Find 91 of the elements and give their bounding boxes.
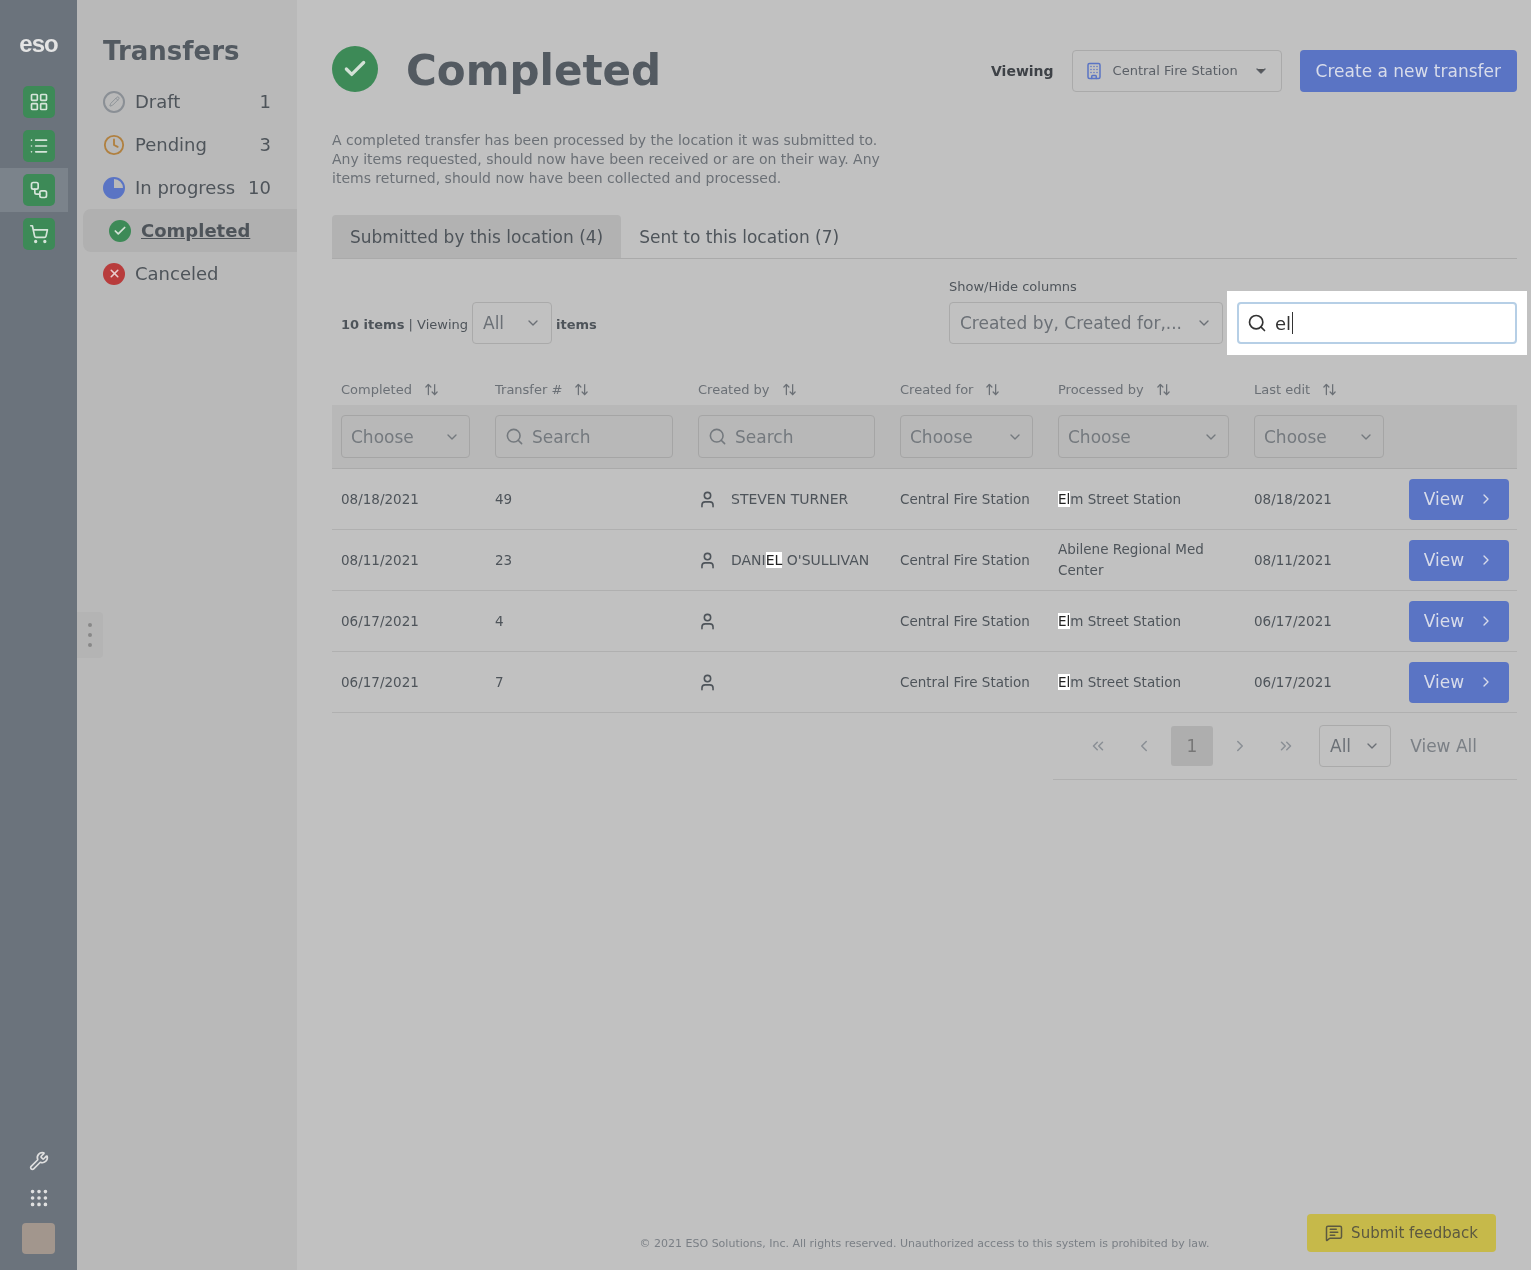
sort-icon — [985, 382, 1001, 397]
sort-icon — [1155, 382, 1171, 397]
column-header[interactable]: Last edit — [1245, 374, 1400, 405]
feedback-button[interactable]: Submit feedback — [1307, 1214, 1496, 1252]
blocks-icon — [28, 92, 49, 112]
sidebar-item[interactable]: Completed — [83, 209, 297, 252]
sort-icon — [1322, 382, 1338, 397]
create-transfer-button[interactable]: Create a new transfer — [1299, 49, 1517, 92]
table-cell: 06/17/2021 — [332, 652, 486, 713]
table-cell: Elm Street Station — [1049, 469, 1245, 530]
tab[interactable]: Sent to this location (7) — [621, 215, 858, 258]
search-icon — [505, 427, 524, 446]
columns-select[interactable]: Created by, Created for,... — [949, 302, 1223, 344]
table-cell: Central Fire Station — [891, 530, 1049, 591]
wrench-icon[interactable] — [28, 1151, 49, 1171]
sort-icon — [423, 382, 439, 397]
filter-select[interactable]: Choose — [341, 415, 470, 458]
table-cell: 7 — [486, 652, 689, 713]
columns-label: Show/Hide columns — [949, 279, 1078, 294]
person-icon — [698, 489, 717, 509]
sidebar-item[interactable]: Canceled — [83, 252, 297, 295]
search-field[interactable]: Search — [495, 415, 673, 458]
column-header[interactable]: Processed by — [1049, 374, 1245, 405]
table-cell: 08/11/2021 — [1245, 530, 1400, 591]
building-icon — [1084, 61, 1103, 80]
check-icon — [109, 219, 131, 242]
page-title: Completed — [406, 46, 662, 95]
filter-select[interactable]: Choose — [1254, 415, 1384, 458]
table-cell: 08/18/2021 — [332, 469, 486, 530]
sort-icon — [574, 382, 590, 397]
pencil-icon — [103, 90, 125, 113]
list-icon — [28, 136, 49, 156]
person-icon — [698, 672, 717, 692]
cart-icon — [28, 224, 49, 244]
per-page-select[interactable]: All — [472, 302, 552, 344]
copyright-text: © 2021 ESO Solutions, Inc. All rights reserved. Unauthorized access to this system is prohibited by law. — [638, 1237, 1211, 1252]
column-header[interactable]: Transfer # — [486, 374, 689, 405]
items-label: items — [556, 317, 597, 332]
clock-icon — [103, 133, 125, 156]
column-header[interactable]: Created by — [689, 374, 891, 405]
progress-icon — [103, 176, 125, 199]
view-button[interactable]: View — [1409, 661, 1509, 703]
sort-icon — [781, 382, 797, 397]
person-icon — [698, 611, 717, 631]
table-cell: 06/17/2021 — [1245, 652, 1400, 713]
chat-icon — [1325, 1224, 1344, 1242]
table-cell: 4 — [486, 591, 689, 652]
table-cell: 49 — [486, 469, 689, 530]
rail-item[interactable] — [0, 168, 68, 212]
transfer-icon — [28, 180, 49, 200]
filter-select[interactable]: Choose — [900, 415, 1033, 458]
filter-select[interactable]: Choose — [1058, 415, 1229, 458]
table-cell: Elm Street Station — [1049, 591, 1245, 652]
cross-icon — [103, 262, 125, 285]
table-cell-text: STEVEN TURNER — [731, 489, 849, 509]
kebab-icon — [88, 622, 92, 648]
view-all-button[interactable]: View All — [1404, 735, 1483, 757]
sidebar-item[interactable]: Pending 3 — [83, 123, 297, 166]
tab[interactable]: Submitted by this location (4) — [332, 215, 622, 258]
view-button[interactable]: View — [1409, 539, 1509, 581]
search-field[interactable]: el — [1237, 302, 1517, 344]
search-icon — [708, 427, 727, 446]
resize-handle[interactable] — [77, 612, 103, 658]
search-field[interactable]: Search — [698, 415, 875, 458]
table-cell: 08/11/2021 — [332, 530, 486, 591]
check-icon — [332, 46, 378, 92]
table-cell: 23 — [486, 530, 689, 591]
table-cell: 06/17/2021 — [1245, 591, 1400, 652]
view-button[interactable]: View — [1409, 600, 1509, 642]
table-cell: 06/17/2021 — [332, 591, 486, 652]
search-icon — [1247, 313, 1267, 333]
sidebar-item[interactable]: Draft 1 — [83, 80, 297, 123]
logo: eso — [19, 30, 58, 58]
column-header[interactable]: Completed — [332, 374, 486, 405]
table-cell: 08/18/2021 — [1245, 469, 1400, 530]
sidebar-title: Transfers — [103, 36, 241, 66]
table-cell: Abilene Regional Med Center — [1049, 530, 1245, 591]
viewing-label: Viewing — [991, 62, 1054, 79]
table-cell: Elm Street Station — [1049, 652, 1245, 713]
view-button[interactable]: View — [1409, 478, 1509, 520]
items-count: 10 items | Viewing — [341, 317, 468, 332]
table-cell-text: DANIEL O'SULLIVAN — [731, 550, 870, 570]
column-header[interactable]: Created for — [891, 374, 1049, 405]
sidebar-item[interactable]: In progress 10 — [83, 166, 297, 209]
description: A completed transfer has been processed by the location it was submitted to. Any items requested, should now have been received or are on their way. Any items returned, should now have been collected and processed. — [332, 131, 881, 188]
table-cell: Central Fire Station — [891, 591, 1049, 652]
location-select[interactable]: Central Fire Station — [1071, 49, 1282, 92]
page-size-select[interactable]: All — [1319, 725, 1391, 767]
table-cell: Central Fire Station — [891, 469, 1049, 530]
person-icon — [698, 550, 717, 570]
table-cell: Central Fire Station — [891, 652, 1049, 713]
